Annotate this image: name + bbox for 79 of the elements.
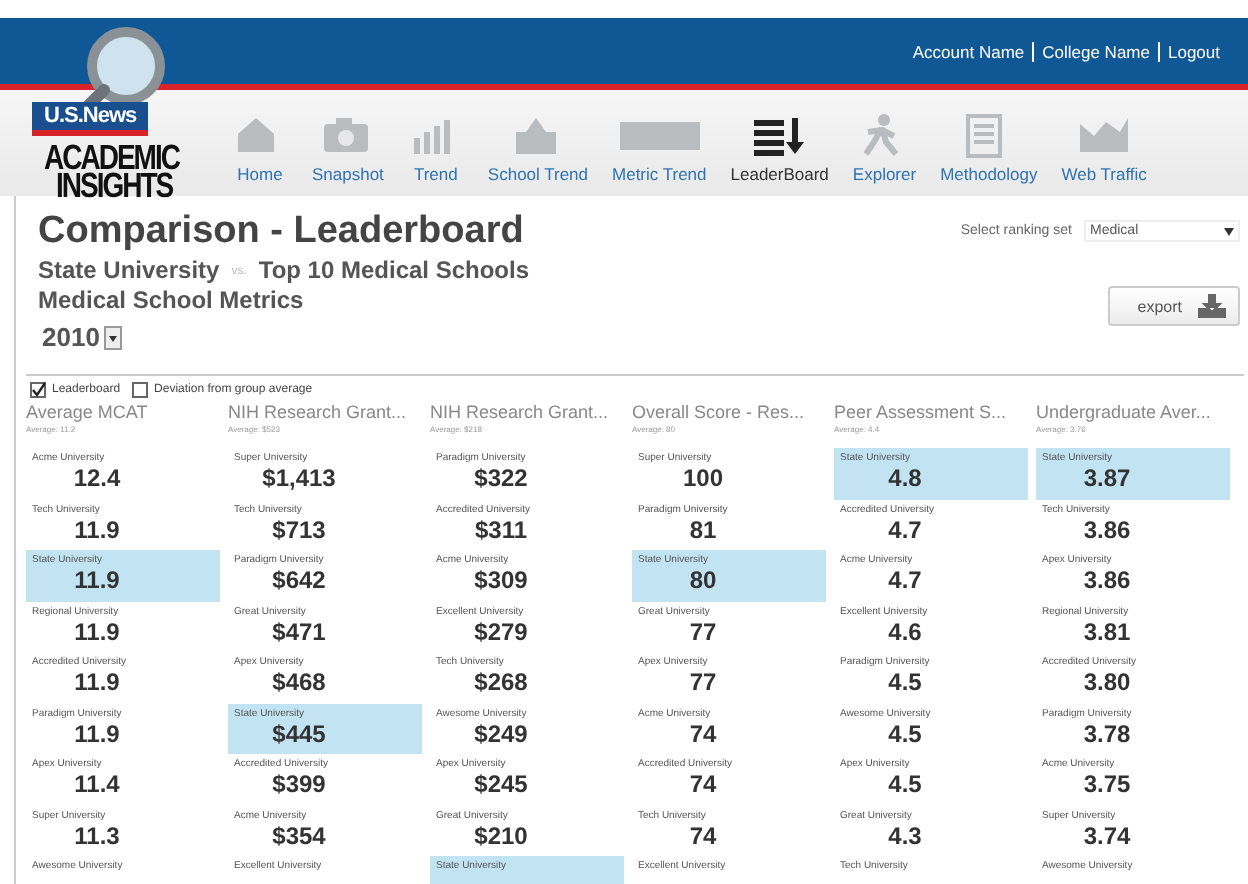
metric-value: $471 bbox=[270, 619, 328, 645]
metric-value: 3.74 bbox=[1081, 823, 1133, 849]
metric-value: 4.3 bbox=[886, 823, 924, 849]
checkbox[interactable] bbox=[132, 382, 149, 398]
logo-brand: U.S.News bbox=[32, 102, 149, 136]
caret-icon bbox=[1224, 227, 1234, 235]
metric-value: 3.75 bbox=[1081, 772, 1133, 798]
metric-value: $354 bbox=[270, 823, 328, 849]
metric-value: $245 bbox=[472, 772, 530, 798]
metric-value: 11.9 bbox=[72, 517, 122, 543]
metric-value: 3.86 bbox=[1081, 517, 1133, 543]
metric-value: $311 bbox=[472, 517, 530, 543]
download-icon bbox=[1198, 294, 1226, 318]
nav-tab[interactable]: Home bbox=[220, 112, 300, 184]
export-button[interactable]: export bbox=[1107, 286, 1240, 326]
account-link[interactable]: Account Name bbox=[912, 41, 1025, 61]
metric-value: 4.6 bbox=[886, 619, 924, 645]
metric-value: 4.8 bbox=[886, 466, 924, 492]
column-title: Undergraduate Aver... bbox=[1036, 402, 1213, 424]
metric-value: $268 bbox=[472, 670, 530, 696]
metric-value: 11.9 bbox=[72, 721, 122, 747]
nav-tab[interactable]: Methodology bbox=[928, 112, 1050, 184]
metric-value: $210 bbox=[472, 823, 530, 849]
nav-tab[interactable]: Explorer bbox=[840, 112, 929, 184]
list-arrow-icon bbox=[751, 112, 808, 158]
metric-value: $279 bbox=[472, 619, 530, 645]
metric-set-name: Medical School Metrics bbox=[38, 286, 306, 316]
metric-value: 80 bbox=[687, 568, 719, 594]
metric-value: 74 bbox=[687, 772, 719, 798]
metric-value: 11.4 bbox=[72, 772, 122, 798]
year-dropdown[interactable]: 2010 bbox=[42, 322, 122, 352]
nav-tab[interactable]: Metric Trend bbox=[600, 112, 719, 184]
account-link[interactable]: Logout bbox=[1168, 41, 1220, 61]
column-title: Peer Assessment S... bbox=[834, 402, 1009, 424]
metric-value: 11.9 bbox=[72, 670, 122, 696]
metric-value: $249 bbox=[472, 721, 530, 747]
metric-value: $642 bbox=[270, 568, 328, 594]
nav-tab[interactable]: Snapshot bbox=[300, 112, 396, 184]
metric-value: $445 bbox=[270, 721, 328, 747]
column-title: NIH Research Grant... bbox=[228, 402, 409, 424]
nav-tab[interactable]: School Trend bbox=[475, 112, 601, 184]
nav-tab[interactable]: Trend bbox=[395, 112, 476, 184]
metric-value: $713 bbox=[270, 517, 328, 543]
nav-tab[interactable]: Web Traffic bbox=[1049, 112, 1159, 184]
metric-value: $1,413 bbox=[260, 466, 338, 492]
page-title: Comparison - Leaderboard bbox=[38, 212, 526, 252]
school-name: State University bbox=[38, 256, 220, 286]
metric-value: 74 bbox=[687, 823, 719, 849]
metric-value: 3.80 bbox=[1081, 670, 1133, 696]
metric-value: 3.86 bbox=[1081, 568, 1133, 594]
metric-value: 4.5 bbox=[886, 670, 924, 696]
metric-value: $322 bbox=[472, 466, 530, 492]
metric-value: 11.9 bbox=[72, 619, 122, 645]
group-name: Top 10 Medical Schools bbox=[258, 256, 530, 286]
column-title: Average MCAT bbox=[26, 402, 150, 424]
metric-value: $309 bbox=[472, 568, 530, 594]
metric-value: 3.87 bbox=[1081, 466, 1133, 492]
metric-value: 4.5 bbox=[886, 721, 924, 747]
metric-value: 4.7 bbox=[886, 517, 924, 543]
column-title: Overall Score - Res... bbox=[632, 402, 807, 424]
metric-value: 100 bbox=[680, 466, 726, 492]
metric-value: 3.78 bbox=[1081, 721, 1133, 747]
column-title: NIH Research Grant... bbox=[430, 402, 611, 424]
metric-value: 11.9 bbox=[72, 568, 122, 594]
caret-icon bbox=[103, 325, 122, 349]
metric-value: 4.5 bbox=[886, 772, 924, 798]
metric-value: 81 bbox=[687, 517, 719, 543]
nav-tab[interactable]: LeaderBoard bbox=[718, 112, 841, 184]
metric-value: 11.3 bbox=[72, 823, 122, 849]
metric-value: 77 bbox=[687, 619, 719, 645]
metric-value: 74 bbox=[687, 721, 719, 747]
checkbox[interactable] bbox=[30, 382, 46, 398]
metric-value: $468 bbox=[270, 670, 328, 696]
metric-value: $399 bbox=[270, 772, 328, 798]
metric-value: 4.7 bbox=[886, 568, 924, 594]
metric-value: 12.4 bbox=[71, 466, 123, 492]
metric-value: 77 bbox=[687, 670, 719, 696]
account-link[interactable]: College Name bbox=[1042, 41, 1150, 61]
metric-value: 3.81 bbox=[1081, 619, 1133, 645]
